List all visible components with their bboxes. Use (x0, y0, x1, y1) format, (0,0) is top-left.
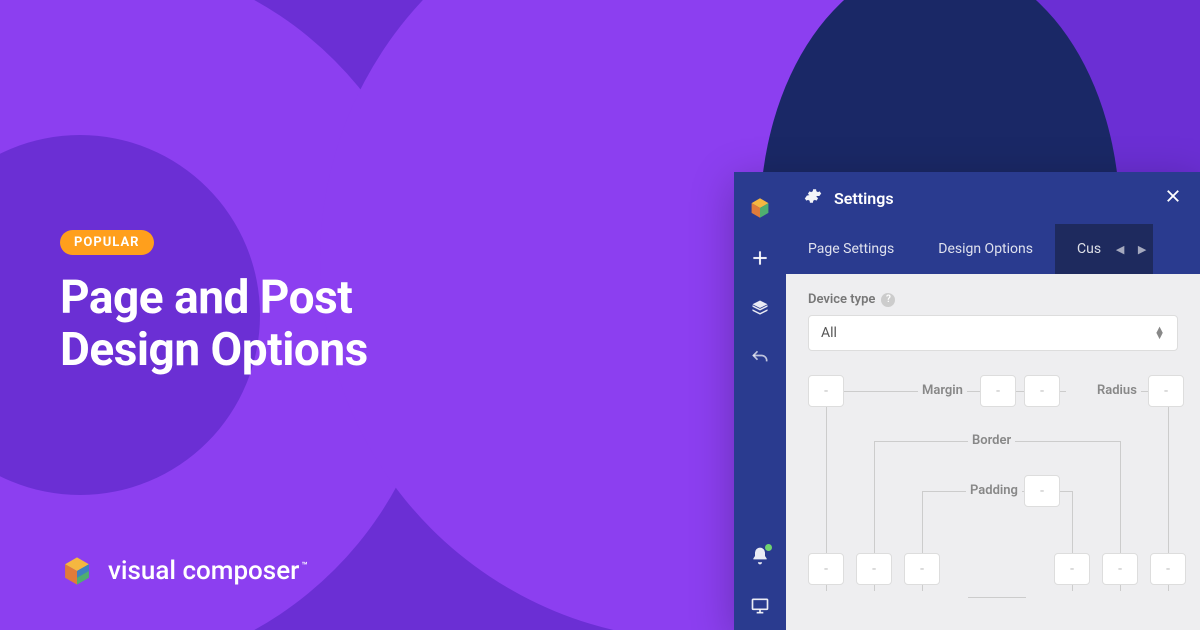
radius-top-input[interactable]: - (1148, 375, 1184, 407)
padding-top-input[interactable]: - (1024, 475, 1060, 507)
brand-name: visual composer™ (108, 556, 308, 586)
desktop-view-button[interactable] (734, 582, 786, 630)
help-icon[interactable]: ? (881, 293, 895, 307)
tab-prev-button[interactable]: ◀ (1109, 224, 1131, 274)
trademark: ™ (301, 561, 307, 572)
undo-button[interactable] (734, 334, 786, 382)
tab-design-options[interactable]: Design Options (916, 224, 1055, 274)
border-right-input[interactable]: - (1102, 553, 1138, 585)
padding-right-input[interactable]: - (1054, 553, 1090, 585)
panel-body: Device type ? All ▲▼ (786, 274, 1200, 630)
margin-left-top-input[interactable]: - (808, 375, 844, 407)
border-left-input[interactable]: - (856, 553, 892, 585)
notification-dot-icon (765, 544, 772, 551)
settings-panel: Settings Page Settings Design Options Cu… (734, 172, 1200, 630)
border-label: Border (968, 433, 1015, 448)
radius-label: Radius (1093, 383, 1141, 398)
margin-left-input[interactable]: - (808, 553, 844, 585)
margin-right-input[interactable]: - (1150, 553, 1186, 585)
select-value: All (821, 325, 837, 341)
tab-page-settings[interactable]: Page Settings (786, 224, 916, 274)
panel-title: Settings (834, 189, 894, 208)
brand: visual composer™ (60, 554, 308, 588)
panel-tabs: Page Settings Design Options Cus ◀ ▶ (786, 224, 1200, 274)
tab-next-button[interactable]: ▶ (1131, 224, 1153, 274)
panel-main: Settings Page Settings Design Options Cu… (786, 172, 1200, 630)
tab-custom[interactable]: Cus (1055, 224, 1109, 274)
device-type-select[interactable]: All ▲▼ (808, 315, 1178, 351)
page-title: Page and Post Design Options (60, 273, 368, 376)
padding-left-input[interactable]: - (904, 553, 940, 585)
box-model-editor: Margin Radius Border Padding - - - - - -… (808, 375, 1178, 605)
close-button[interactable] (1164, 186, 1182, 211)
margin-top-input[interactable]: - (980, 375, 1016, 407)
notifications-button[interactable] (734, 532, 786, 580)
add-element-button[interactable] (734, 234, 786, 282)
logo-button[interactable] (734, 184, 786, 232)
hero-content: POPULAR Page and Post Design Options (60, 230, 368, 376)
device-type-label: Device type ? (808, 292, 1178, 307)
chevron-updown-icon: ▲▼ (1154, 327, 1165, 339)
title-line-2: Design Options (60, 325, 368, 377)
gear-icon (804, 187, 822, 209)
padding-label: Padding (966, 483, 1022, 498)
popular-badge: POPULAR (60, 230, 154, 255)
layers-button[interactable] (734, 284, 786, 332)
margin-label: Margin (918, 383, 967, 398)
border-top-input[interactable]: - (1024, 375, 1060, 407)
title-line-1: Page and Post (60, 273, 368, 325)
panel-sidebar (734, 172, 786, 630)
logo-icon (60, 554, 94, 588)
panel-header: Settings (786, 172, 1200, 224)
